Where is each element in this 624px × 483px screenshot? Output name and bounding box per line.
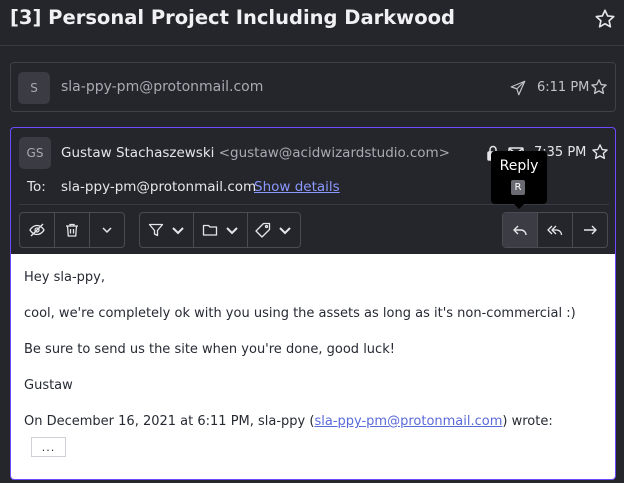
trash-icon xyxy=(66,223,78,237)
reply-all-icon xyxy=(547,225,563,236)
sender-address: sla-ppy-pm@protonmail.com xyxy=(61,79,264,95)
reply-icon xyxy=(513,225,527,236)
toolbar-group-organize xyxy=(139,212,301,248)
to-label: To: xyxy=(27,179,46,195)
filter-icon xyxy=(148,223,163,237)
quote-suffix: ) wrote: xyxy=(502,414,553,429)
filter-button[interactable] xyxy=(140,213,194,247)
folder-icon xyxy=(202,224,217,236)
tooltip-label: Reply xyxy=(499,158,539,174)
toolbar-group-reply xyxy=(502,212,608,248)
message-body: Hey sla-ppy, cool, we're completely ok w… xyxy=(11,254,615,479)
forward-button[interactable] xyxy=(573,213,607,247)
message-time: 6:11 PM xyxy=(537,80,590,95)
more-actions-button[interactable] xyxy=(90,213,124,247)
body-paragraph: cool, we're completely ok with you using… xyxy=(24,306,576,321)
signature: Gustaw xyxy=(24,378,73,393)
star-icon[interactable] xyxy=(591,143,609,161)
move-to-folder-button[interactable] xyxy=(194,213,248,247)
reply-tooltip: Reply R xyxy=(491,151,547,209)
quote-email-link[interactable]: sla-ppy-pm@protonmail.com xyxy=(314,414,502,429)
quote-prefix: On December 16, 2021 at 6:11 PM, sla-ppy… xyxy=(24,414,315,429)
quote-header: On December 16, 2021 at 6:11 PM, sla-ppy… xyxy=(24,414,553,429)
avatar: S xyxy=(18,72,50,104)
show-details-link[interactable]: Show details xyxy=(254,179,340,195)
thread-title: [3] Personal Project Including Darkwood xyxy=(10,6,455,29)
sender[interactable]: Gustaw Stachaszewski <gustaw@acidwizards… xyxy=(61,145,450,161)
reply-all-button[interactable] xyxy=(538,213,573,247)
keyboard-shortcut: R xyxy=(511,180,525,195)
toolbar-group-actions xyxy=(19,212,125,248)
collapsed-message[interactable]: S sla-ppy-pm@protonmail.com 6:11 PM xyxy=(10,62,616,112)
paper-plane-icon xyxy=(510,80,526,96)
tag-icon xyxy=(255,222,271,238)
forward-icon xyxy=(584,225,597,235)
star-icon[interactable] xyxy=(594,8,616,30)
label-button[interactable] xyxy=(248,213,300,247)
chevron-down-icon xyxy=(279,227,291,235)
greeting: Hey sla-ppy, xyxy=(24,270,105,285)
sender-email: <gustaw@acidwizardstudio.com> xyxy=(218,145,450,161)
tooltip-arrow xyxy=(513,203,525,209)
show-quoted-text-button[interactable]: ... xyxy=(31,437,66,457)
chevron-down-icon xyxy=(171,227,184,235)
eye-slash-icon xyxy=(29,223,45,237)
chevron-down-icon xyxy=(225,227,238,235)
sender-name: Gustaw Stachaszewski xyxy=(61,145,215,161)
recipient-address[interactable]: sla-ppy-pm@protonmail.com xyxy=(61,179,256,195)
body-paragraph: Be sure to send us the site when you're … xyxy=(24,342,395,357)
chevron-down-icon xyxy=(102,227,112,234)
star-icon[interactable] xyxy=(590,78,608,96)
header-divider xyxy=(0,45,624,46)
avatar: GS xyxy=(19,137,51,169)
reply-button[interactable] xyxy=(503,213,538,247)
mark-unread-button[interactable] xyxy=(20,213,55,247)
trash-button[interactable] xyxy=(55,213,90,247)
